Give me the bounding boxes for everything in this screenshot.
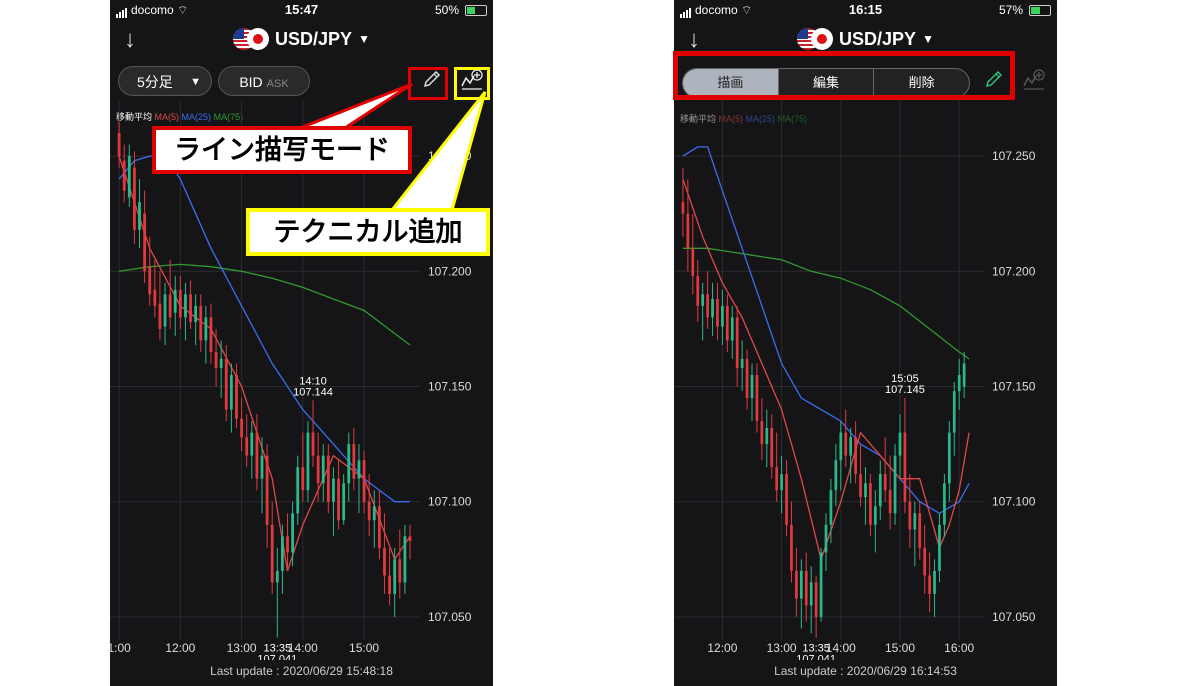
add-technical-callout: テクニカル追加 <box>246 208 490 256</box>
drawing-toolbar-highlight-box <box>673 51 1015 100</box>
callout-pointers <box>299 82 487 212</box>
red-callout-pointer <box>299 82 413 130</box>
line-draw-mode-callout: ライン描写モード <box>152 126 412 174</box>
